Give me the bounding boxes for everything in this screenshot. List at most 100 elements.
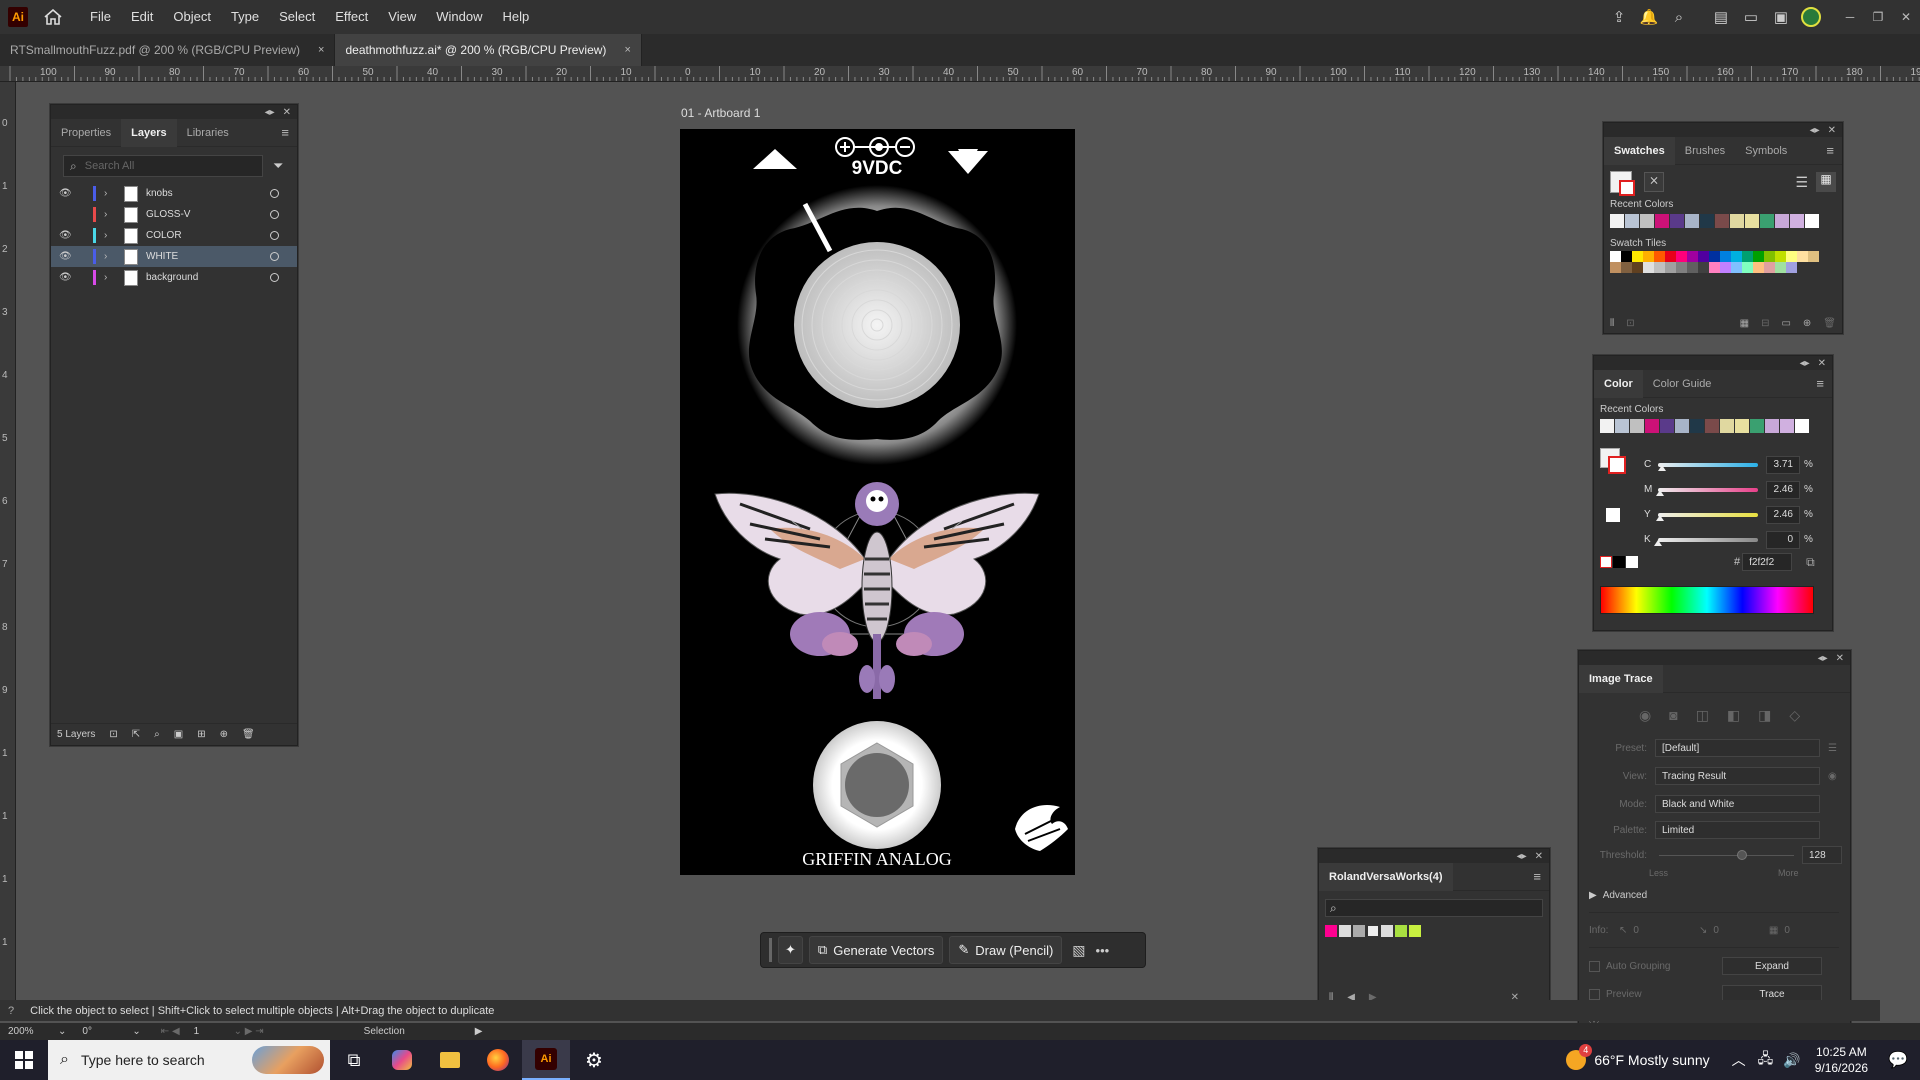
channel-value-input[interactable]: 0 <box>1766 530 1800 549</box>
tab-rtsmallmouth[interactable]: RTSmallmouthFuzz.pdf @ 200 % (RGB/CPU Pr… <box>0 34 336 66</box>
recent-swatch[interactable] <box>1760 214 1774 228</box>
settings-gear-icon[interactable]: ⚙ <box>570 1040 618 1080</box>
swatch-tile[interactable] <box>1764 251 1775 262</box>
new-sublayer-icon[interactable]: ⊞ <box>197 729 205 740</box>
recent-swatch[interactable] <box>1600 419 1614 433</box>
layer-name[interactable]: background <box>146 272 256 283</box>
new-swatch-icon[interactable]: ⊕ <box>1803 318 1811 329</box>
recent-swatch[interactable] <box>1705 419 1719 433</box>
panel-menu-icon[interactable]: ≡ <box>1826 143 1834 158</box>
layer-row-background[interactable]: 👁 › background <box>51 267 297 288</box>
expand-chevron-icon[interactable]: › <box>104 188 118 199</box>
swatch-tile[interactable] <box>1610 251 1621 262</box>
swatch-tile[interactable] <box>1709 251 1720 262</box>
visibility-eye-icon[interactable]: 👁 <box>59 272 73 283</box>
zoom-field[interactable]: 200% <box>8 1026 58 1037</box>
recent-swatch[interactable] <box>1615 419 1629 433</box>
restore-icon[interactable]: ❐ <box>1864 5 1892 29</box>
recent-swatch[interactable] <box>1715 214 1729 228</box>
recent-swatch[interactable] <box>1610 214 1624 228</box>
threshold-input[interactable]: 128 <box>1802 846 1842 864</box>
swatch-white[interactable] <box>1367 925 1379 937</box>
recent-swatch[interactable] <box>1745 214 1759 228</box>
generate-vectors-button[interactable]: ⧉ Generate Vectors <box>808 936 944 964</box>
recent-swatch[interactable] <box>1690 419 1704 433</box>
help-icon[interactable]: ? <box>8 1005 14 1017</box>
menu-file[interactable]: File <box>80 0 121 34</box>
expand-chevron-icon[interactable]: › <box>104 272 118 283</box>
fill-stroke-indicator[interactable] <box>1600 448 1626 474</box>
visibility-eye-icon[interactable]: 👁 <box>59 230 73 241</box>
hex-input[interactable]: f2f2f2 <box>1742 553 1793 571</box>
recent-swatch[interactable] <box>1765 419 1779 433</box>
black-swatch[interactable] <box>1613 556 1625 568</box>
swatch-tile[interactable] <box>1742 262 1753 273</box>
swatch-tile[interactable] <box>1742 251 1753 262</box>
recent-swatch[interactable] <box>1780 419 1794 433</box>
artboard[interactable]: 9VDC GRIFFIN ANALOG <box>680 129 1075 875</box>
tab-swatches[interactable]: Swatches <box>1604 136 1675 165</box>
menu-type[interactable]: Type <box>221 0 269 34</box>
recent-swatch[interactable] <box>1775 214 1789 228</box>
swatch-none-2[interactable] <box>1381 925 1393 937</box>
swatch-tile[interactable] <box>1687 251 1698 262</box>
taskbar-search[interactable]: ⌕ Type here to search <box>48 1040 330 1080</box>
drag-handle-icon[interactable] <box>769 938 772 962</box>
copy-hex-icon[interactable]: ⧉ <box>1806 555 1815 570</box>
low-color-icon[interactable]: ◫ <box>1696 707 1709 724</box>
swatch-tile[interactable] <box>1654 251 1665 262</box>
layer-name[interactable]: GLOSS-V <box>146 209 256 220</box>
visibility-eye-icon[interactable]: 👁 <box>59 251 73 262</box>
recent-swatch[interactable] <box>1685 214 1699 228</box>
swatch-tile[interactable] <box>1698 262 1709 273</box>
expand-chevron-icon[interactable]: › <box>104 251 118 262</box>
swatch-tile[interactable] <box>1753 251 1764 262</box>
recent-swatch[interactable] <box>1625 214 1639 228</box>
tab-symbols[interactable]: Symbols <box>1735 137 1797 165</box>
swatch-tile[interactable] <box>1775 251 1786 262</box>
menu-window[interactable]: Window <box>426 0 492 34</box>
collapse-icon[interactable]: ◂▸ <box>1818 653 1828 664</box>
expand-chevron-icon[interactable]: › <box>104 230 118 241</box>
channel-slider[interactable] <box>1657 462 1758 471</box>
user-avatar-icon[interactable] <box>1796 0 1826 34</box>
illustrator-taskbar-icon[interactable]: Ai <box>522 1040 570 1080</box>
collect-export-icon[interactable]: ⊡ <box>109 729 117 740</box>
delete-layer-icon[interactable]: 🗑 <box>242 729 255 740</box>
color-group-icon[interactable]: ⊟ <box>1761 318 1769 329</box>
swatch-lime[interactable] <box>1409 925 1421 937</box>
swatch-tile[interactable] <box>1720 251 1731 262</box>
layer-name[interactable]: WHITE <box>146 251 256 262</box>
threshold-slider[interactable] <box>1659 849 1794 860</box>
menu-view[interactable]: View <box>378 0 426 34</box>
expand-button[interactable]: Expand <box>1722 957 1822 975</box>
channel-slider[interactable] <box>1656 512 1758 521</box>
target-circle-icon[interactable] <box>270 189 279 198</box>
preset-select[interactable]: [Default] <box>1655 739 1820 757</box>
target-circle-icon[interactable] <box>270 252 279 261</box>
swatch-tile[interactable] <box>1753 262 1764 273</box>
outline-icon[interactable]: ◇ <box>1789 707 1800 724</box>
swatch-tile[interactable] <box>1643 251 1654 262</box>
close-panel-icon[interactable]: ✕ <box>1818 358 1826 369</box>
roland-search-input[interactable]: ⌕ <box>1325 899 1543 917</box>
tab-brushes[interactable]: Brushes <box>1675 137 1735 165</box>
recent-swatch[interactable] <box>1735 419 1749 433</box>
home-icon[interactable] <box>42 6 64 28</box>
recent-swatch[interactable] <box>1660 419 1674 433</box>
eye-icon[interactable]: ◉ <box>1828 771 1837 782</box>
layer-name[interactable]: COLOR <box>146 230 256 241</box>
recent-swatch[interactable] <box>1795 419 1809 433</box>
close-panel-icon[interactable]: ✕ <box>1535 851 1543 862</box>
high-color-icon[interactable]: ◙ <box>1669 707 1677 724</box>
ruler-vertical[interactable]: 0123456789111111 <box>0 82 16 1012</box>
file-explorer-icon[interactable] <box>426 1040 474 1080</box>
close-panel-icon[interactable]: ✕ <box>1836 653 1844 664</box>
filter-icon[interactable]: ⏷ <box>273 158 283 174</box>
swatch-tile[interactable] <box>1665 262 1676 273</box>
taskbar-search-input[interactable]: Type here to search <box>81 1052 205 1068</box>
recent-swatch[interactable] <box>1630 419 1644 433</box>
list-view-icon[interactable]: ☰ <box>1795 174 1808 191</box>
collapse-icon[interactable]: ◂▸ <box>265 107 275 118</box>
preview-checkbox[interactable] <box>1589 988 1600 1000</box>
